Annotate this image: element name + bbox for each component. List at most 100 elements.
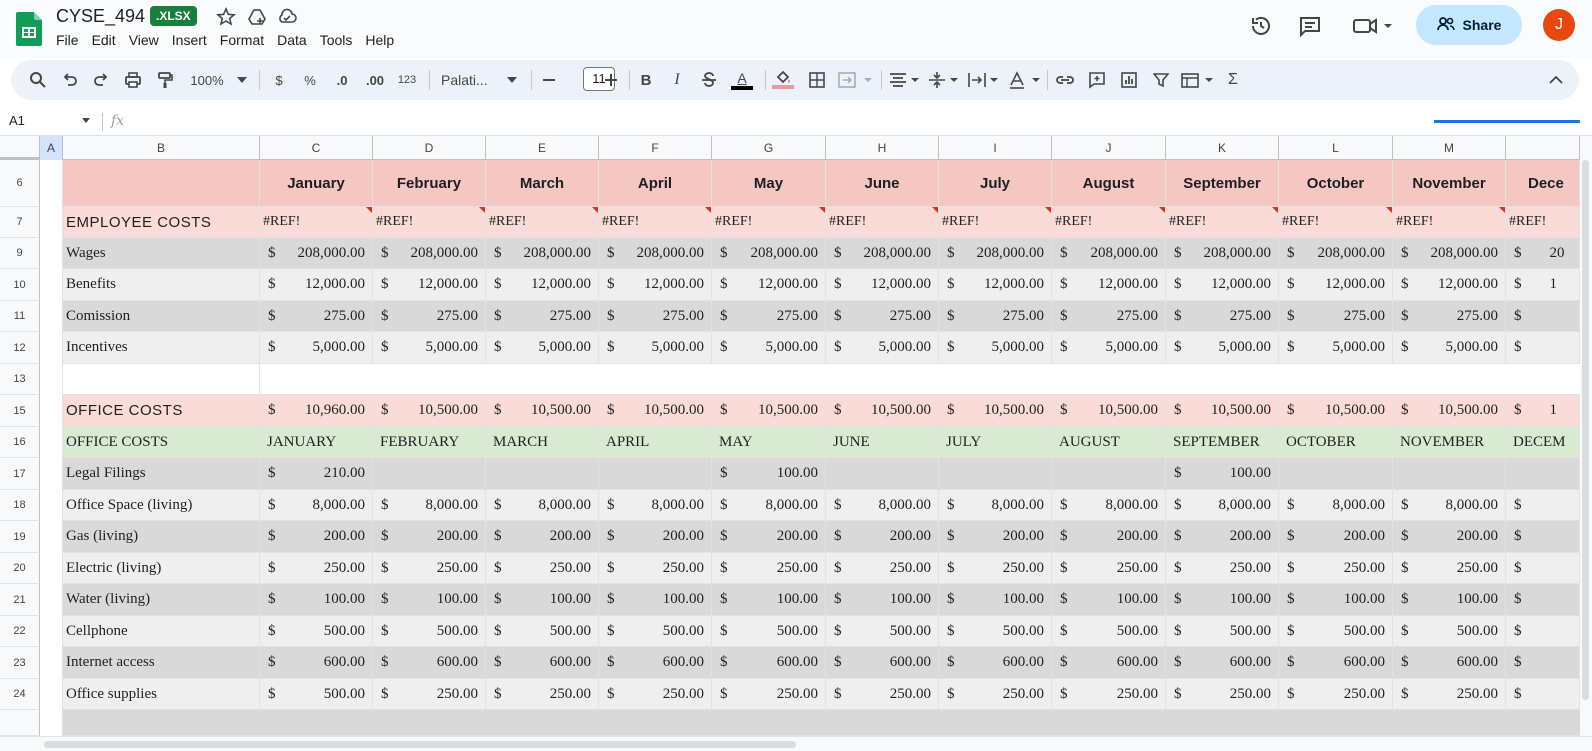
- error-indicator-icon[interactable]: [592, 207, 598, 213]
- row-label-cell[interactable]: Legal Filings: [63, 458, 260, 489]
- undo-icon[interactable]: [59, 68, 81, 92]
- column-header-g[interactable]: G: [712, 136, 826, 160]
- currency-cell[interactable]: $600.00: [373, 647, 486, 678]
- row-label-cell[interactable]: Office Space (living): [63, 490, 260, 520]
- share-button[interactable]: Share: [1416, 5, 1522, 45]
- insert-chart-icon[interactable]: [1119, 68, 1139, 92]
- currency-cell[interactable]: $600.00: [1052, 647, 1166, 678]
- currency-cell[interactable]: $: [1506, 490, 1580, 520]
- row-label-cell[interactable]: Incentives: [63, 332, 260, 363]
- currency-cell[interactable]: $: [1506, 301, 1580, 331]
- column-header-a[interactable]: A: [40, 136, 63, 160]
- currency-cell[interactable]: $100.00: [826, 584, 939, 615]
- currency-cell[interactable]: $250.00: [599, 553, 712, 583]
- column-header-m[interactable]: M: [1393, 136, 1506, 160]
- column-header-b[interactable]: B: [63, 136, 260, 160]
- month-header-cell[interactable]: February: [373, 160, 486, 206]
- currency-cell[interactable]: [1506, 458, 1580, 489]
- currency-cell[interactable]: $12,000.00: [1052, 269, 1166, 300]
- error-indicator-icon[interactable]: [819, 207, 825, 213]
- currency-cell[interactable]: $200.00: [260, 521, 373, 552]
- currency-cell[interactable]: $12,000.00: [712, 269, 826, 300]
- currency-cell[interactable]: [1052, 458, 1166, 489]
- month-label-cell[interactable]: DECEM: [1506, 427, 1580, 457]
- currency-cell[interactable]: [599, 458, 712, 489]
- sheets-logo-icon[interactable]: [16, 12, 42, 46]
- empty-cell[interactable]: [712, 364, 826, 394]
- error-indicator-icon[interactable]: [1272, 207, 1278, 213]
- row-label-cell[interactable]: Electric (living): [63, 553, 260, 583]
- currency-cell[interactable]: $200.00: [599, 521, 712, 552]
- star-icon[interactable]: [216, 7, 236, 27]
- month-label-cell[interactable]: APRIL: [599, 427, 712, 457]
- row-header-12[interactable]: 12: [0, 332, 40, 364]
- horizontal-align-icon[interactable]: [889, 68, 921, 92]
- column-header-h[interactable]: H: [826, 136, 939, 160]
- ref-error-cell[interactable]: #REF!: [260, 207, 373, 237]
- currency-cell[interactable]: $12,000.00: [826, 269, 939, 300]
- currency-cell[interactable]: $200.00: [826, 521, 939, 552]
- currency-cell[interactable]: $275.00: [373, 301, 486, 331]
- column-a-cells[interactable]: [40, 160, 63, 736]
- error-indicator-icon[interactable]: [1386, 207, 1392, 213]
- row-label-cell[interactable]: Wages: [63, 238, 260, 268]
- currency-cell[interactable]: $8,000.00: [1166, 490, 1279, 520]
- currency-cell[interactable]: $208,000.00: [712, 238, 826, 268]
- row-header-partial[interactable]: [0, 710, 40, 736]
- currency-cell[interactable]: $10,960.00: [260, 395, 373, 426]
- month-label-cell[interactable]: JANUARY: [260, 427, 373, 457]
- month-label-cell[interactable]: AUGUST: [1052, 427, 1166, 457]
- column-header-d[interactable]: D: [373, 136, 486, 160]
- row-header-23[interactable]: 23: [0, 647, 40, 679]
- row-label-cell[interactable]: Internet access: [63, 647, 260, 678]
- currency-cell[interactable]: $600.00: [486, 647, 599, 678]
- month-header-cell[interactable]: July: [939, 160, 1052, 206]
- currency-cell[interactable]: $600.00: [599, 647, 712, 678]
- horizontal-scrollbar[interactable]: [0, 736, 1592, 751]
- currency-cell[interactable]: $208,000.00: [939, 238, 1052, 268]
- currency-cell[interactable]: $208,000.00: [599, 238, 712, 268]
- currency-cell[interactable]: [373, 458, 486, 489]
- currency-cell[interactable]: $500.00: [712, 616, 826, 646]
- insert-comment-icon[interactable]: [1087, 68, 1107, 92]
- currency-cell[interactable]: $275.00: [1166, 301, 1279, 331]
- column-header-j[interactable]: J: [1052, 136, 1166, 160]
- currency-cell[interactable]: $8,000.00: [373, 490, 486, 520]
- currency-cell[interactable]: $275.00: [486, 301, 599, 331]
- currency-cell[interactable]: $208,000.00: [826, 238, 939, 268]
- column-header-l[interactable]: L: [1279, 136, 1393, 160]
- currency-cell[interactable]: $500.00: [373, 616, 486, 646]
- currency-cell[interactable]: $: [1506, 679, 1580, 709]
- currency-cell[interactable]: $208,000.00: [373, 238, 486, 268]
- menu-format[interactable]: Format: [220, 32, 271, 48]
- row-label-cell[interactable]: Cellphone: [63, 616, 260, 646]
- move-to-drive-icon[interactable]: [247, 7, 267, 27]
- menu-help[interactable]: Help: [365, 32, 401, 48]
- row-header-24[interactable]: 24: [0, 679, 40, 710]
- vertical-scroll-thumb[interactable]: [1582, 160, 1589, 700]
- currency-cell[interactable]: $275.00: [826, 301, 939, 331]
- vertical-align-icon[interactable]: [928, 68, 960, 92]
- empty-cell[interactable]: [1279, 364, 1393, 394]
- more-formats-button[interactable]: 123: [395, 68, 419, 92]
- currency-cell[interactable]: $250.00: [939, 553, 1052, 583]
- currency-cell[interactable]: $10,500.00: [1393, 395, 1506, 426]
- row-header-21[interactable]: 21: [0, 584, 40, 616]
- currency-cell[interactable]: $5,000.00: [1393, 332, 1506, 363]
- currency-cell[interactable]: $100.00: [373, 584, 486, 615]
- comments-icon[interactable]: [1296, 12, 1324, 40]
- column-header-i[interactable]: I: [939, 136, 1052, 160]
- row-header-6[interactable]: 6: [0, 160, 40, 207]
- currency-cell[interactable]: [1393, 458, 1506, 489]
- currency-cell[interactable]: $5,000.00: [373, 332, 486, 363]
- ref-error-cell[interactable]: #REF!: [599, 207, 712, 237]
- currency-cell[interactable]: $250.00: [712, 679, 826, 709]
- month-header-cell[interactable]: January: [260, 160, 373, 206]
- currency-cell[interactable]: $250.00: [1166, 679, 1279, 709]
- row-label-cell[interactable]: OFFICE COSTS: [63, 427, 260, 457]
- error-indicator-icon[interactable]: [1045, 207, 1051, 213]
- currency-cell[interactable]: $10,500.00: [373, 395, 486, 426]
- currency-cell[interactable]: $275.00: [712, 301, 826, 331]
- row-header-9[interactable]: 9: [0, 238, 40, 269]
- month-label-cell[interactable]: MARCH: [486, 427, 599, 457]
